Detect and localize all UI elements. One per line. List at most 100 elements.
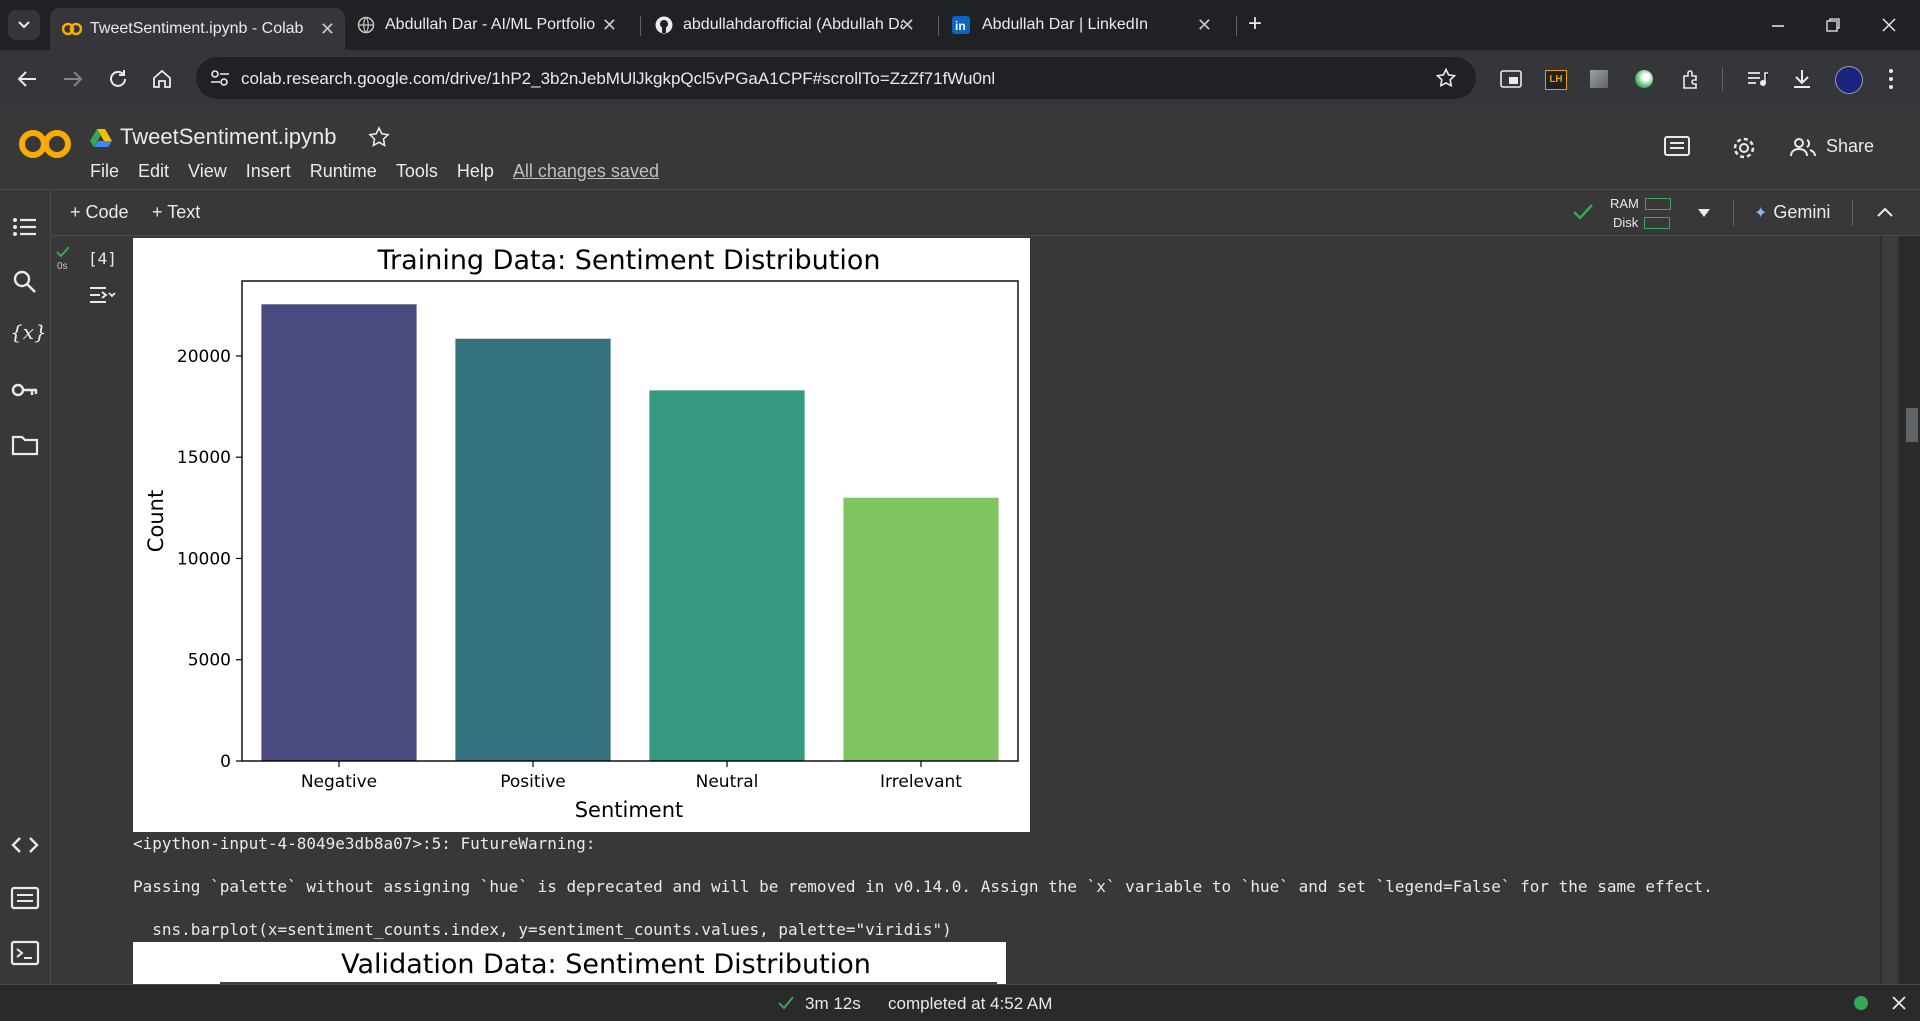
close-icon[interactable]: ✕ (320, 19, 335, 40)
resource-monitor[interactable]: RAM Disk (1610, 194, 1671, 232)
tab-divider (1236, 16, 1237, 36)
completed-status[interactable]: completed at 4:52 AM (888, 994, 1052, 1014)
toolbar-divider (1722, 67, 1723, 91)
restore-icon[interactable] (1825, 17, 1841, 33)
extensions-puzzle-icon[interactable] (1680, 69, 1702, 91)
bar-irrelevant (843, 497, 999, 761)
left-sidebar: {𝑥} (0, 190, 51, 984)
forward-arrow-icon[interactable] (62, 69, 84, 89)
code-snippets-icon[interactable] (10, 830, 40, 860)
tab-divider (938, 16, 939, 36)
divider (1733, 200, 1734, 226)
warning-message: Passing `palette` without assigning `hue… (133, 877, 1713, 896)
browser-toolbar: colab.research.google.com/drive/1hP2_3b2… (0, 50, 1920, 108)
save-status-link[interactable]: All changes saved (513, 161, 659, 182)
settings-gear-icon[interactable] (1730, 134, 1758, 162)
star-icon[interactable] (368, 126, 390, 148)
comments-icon[interactable] (1664, 136, 1690, 160)
validation-chart-svg: Validation Data: Sentiment Distribution (220, 949, 997, 984)
address-bar[interactable]: colab.research.google.com/drive/1hP2_3b2… (196, 57, 1476, 99)
add-code-button[interactable]: + Code (70, 202, 129, 223)
scrollbar-thumb[interactable] (1882, 236, 1898, 984)
variables-icon[interactable]: {𝑥} (10, 320, 47, 350)
more-vertical-icon[interactable] (1888, 68, 1894, 90)
table-of-contents-icon[interactable] (10, 212, 40, 242)
menu-view[interactable]: View (188, 161, 227, 182)
gemini-sparkle-icon: ✦ (1754, 204, 1768, 222)
tab-title: Abdullah Dar - AI/ML Portfolio (385, 16, 596, 33)
share-label: Share (1826, 136, 1875, 156)
scroll-position-marker[interactable] (1906, 408, 1918, 442)
menu-tools[interactable]: Tools (396, 161, 438, 182)
bar-positive (455, 338, 611, 761)
output-actions-icon[interactable] (88, 284, 116, 306)
menu-help[interactable]: Help (457, 161, 494, 182)
terminal-icon[interactable] (10, 938, 40, 968)
svg-text:in: in (955, 19, 966, 33)
bar-negative (261, 304, 417, 761)
tab-github[interactable]: abdullahdarofficial (Abdullah Da ✕ (655, 8, 925, 42)
colab-logo[interactable] (18, 126, 72, 167)
add-text-button[interactable]: + Text (152, 202, 200, 223)
tab-linkedin[interactable]: in Abdullah Dar | LinkedIn ✕ (952, 8, 1222, 42)
extension-lh-icon[interactable]: LH (1545, 70, 1567, 90)
colab-logo-icon (19, 130, 71, 158)
colab-header: TweetSentiment.ipynb File Edit View Inse… (0, 108, 1920, 190)
y-tick-label: 15000 (177, 448, 231, 468)
search-icon[interactable] (10, 267, 40, 297)
connected-check-icon (1573, 204, 1593, 220)
menu-runtime[interactable]: Runtime (310, 161, 377, 182)
y-tick-label: 5000 (188, 651, 231, 671)
menu-insert[interactable]: Insert (246, 161, 291, 182)
linkedin-icon: in (952, 16, 970, 34)
profile-avatar[interactable] (1835, 66, 1863, 94)
chevron-up-icon[interactable] (1876, 206, 1894, 218)
x-axis-label: Sentiment (575, 798, 684, 822)
downloads-icon[interactable] (1791, 68, 1813, 90)
bar-neutral (649, 390, 805, 761)
secrets-key-icon[interactable] (10, 375, 40, 405)
tab-portfolio[interactable]: Abdullah Dar - AI/ML Portfolio ✕ (357, 8, 627, 42)
warning-header: <ipython-input-4-8049e3db8a07>:5: Future… (133, 834, 596, 853)
x-tick-label: Negative (301, 772, 377, 792)
reload-icon[interactable] (107, 68, 129, 90)
command-palette-icon[interactable] (10, 883, 40, 913)
tab-search-button[interactable] (8, 10, 40, 40)
cell-toolbar: + Code + Text RAM Disk ✦ Gemini (50, 190, 1920, 236)
home-icon[interactable] (151, 68, 173, 90)
disk-label: Disk (1613, 215, 1639, 230)
share-button[interactable]: Share (1790, 136, 1874, 157)
y-tick-label: 0 (220, 752, 231, 772)
y-axis-label: Count (144, 490, 168, 552)
gemini-button[interactable]: ✦ Gemini (1754, 202, 1830, 223)
notebook-title[interactable]: TweetSentiment.ipynb (120, 124, 336, 150)
files-folder-icon[interactable] (10, 430, 40, 460)
chevron-down-icon (18, 21, 30, 29)
minimize-icon[interactable] (1770, 18, 1786, 34)
github-icon (655, 16, 673, 34)
bookmark-star-icon[interactable] (1436, 68, 1456, 88)
media-controls-icon[interactable] (1746, 70, 1768, 88)
y-tick-label: 20000 (177, 347, 231, 367)
site-settings-icon[interactable] (210, 69, 230, 87)
caret-down-icon[interactable] (1697, 208, 1711, 218)
close-status-icon[interactable] (1892, 996, 1906, 1010)
ram-label: RAM (1610, 196, 1639, 211)
extension-green-icon[interactable] (1635, 70, 1653, 88)
close-window-icon[interactable] (1880, 16, 1898, 34)
notebook-scrollbar[interactable] (1880, 236, 1920, 984)
extension-gradient-icon[interactable] (1590, 70, 1608, 88)
new-tab-plus-icon[interactable]: + (1248, 10, 1262, 38)
menu-edit[interactable]: Edit (138, 161, 169, 182)
close-icon[interactable]: ✕ (1197, 15, 1212, 36)
close-icon[interactable]: ✕ (900, 15, 915, 36)
validation-chart: Validation Data: Sentiment Distribution (133, 942, 1006, 984)
back-arrow-icon[interactable] (16, 69, 38, 89)
chart-title: Training Data: Sentiment Distribution (377, 245, 881, 276)
menu-file[interactable]: File (90, 161, 119, 182)
close-icon[interactable]: ✕ (602, 15, 617, 36)
browser-tab-strip: TweetSentiment.ipynb - Colab ✕ Abdullah … (0, 0, 1920, 50)
picture-in-picture-icon[interactable] (1500, 70, 1522, 88)
tab-colab[interactable]: TweetSentiment.ipynb - Colab ✕ (50, 8, 345, 50)
disk-meter (1644, 216, 1671, 229)
